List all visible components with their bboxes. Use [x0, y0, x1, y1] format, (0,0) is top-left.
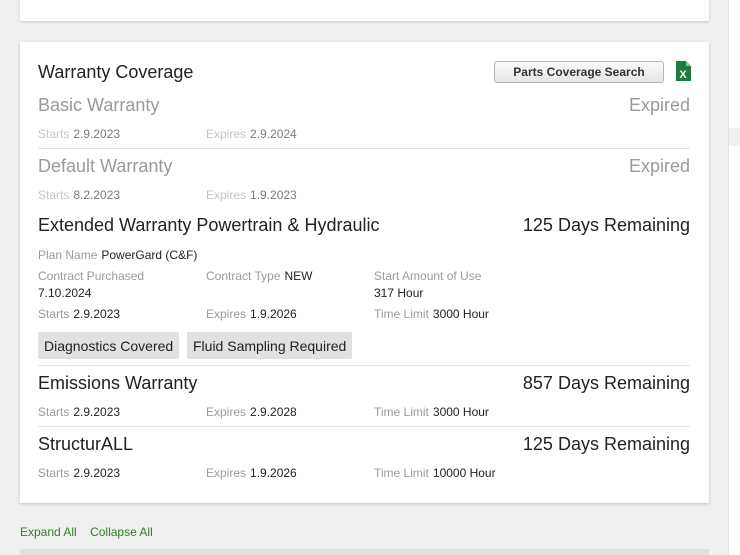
field-label: Starts	[38, 466, 70, 480]
start-amount-of-use-field: Start Amount of Use 317 Hour	[374, 269, 485, 300]
warranty-coverage-card: Warranty Coverage Parts Coverage Search …	[20, 42, 709, 503]
warranty-title: Basic Warranty	[38, 95, 160, 115]
field-value: 8.2.2023	[73, 188, 121, 202]
field-value: 1.9.2023	[250, 188, 297, 202]
field-value: 1.9.2026	[250, 307, 297, 321]
field-label: Time Limit	[374, 405, 429, 419]
field-label: Plan Name	[38, 248, 98, 262]
field-label: Time Limit	[374, 466, 429, 480]
warranty-title: StructurALL	[38, 434, 134, 454]
time-limit-field: Time Limit 3000 Hour	[374, 405, 489, 419]
field-label: Starts	[38, 188, 70, 202]
tag-fluid-sampling-required: Fluid Sampling Required	[187, 332, 353, 359]
warranty-title: Extended Warranty Powertrain & Hydraulic	[38, 215, 380, 235]
field-label: Expires	[206, 405, 247, 419]
card-title: Warranty Coverage	[38, 62, 194, 82]
expires-field: Expires 1.9.2023	[206, 188, 297, 202]
expires-field: Expires 2.9.2024	[206, 127, 297, 141]
next-section-bar	[20, 549, 709, 555]
starts-field: Starts 8.2.2023	[38, 188, 120, 202]
warranty-status: 125 Days Remaining	[522, 434, 690, 454]
field-value: 317 Hour	[374, 286, 424, 300]
side-panel-edge	[728, 0, 740, 555]
field-value: 3000 Hour	[432, 405, 489, 419]
previous-card	[20, 0, 709, 21]
tag-diagnostics-covered: Diagnostics Covered	[38, 332, 180, 359]
collapse-all-link[interactable]: Collapse All	[90, 525, 153, 539]
field-value: 1.9.2026	[250, 466, 297, 480]
starts-field: Starts 2.9.2023	[38, 307, 120, 321]
field-value: 2.9.2023	[73, 307, 121, 321]
field-label: Expires	[206, 466, 247, 480]
warranty-status: 125 Days Remaining	[522, 215, 690, 235]
expires-field: Expires 2.9.2028	[206, 405, 297, 419]
field-label: Expires	[206, 188, 247, 202]
time-limit-field: Time Limit 3000 Hour	[374, 307, 489, 321]
time-limit-field: Time Limit 10000 Hour	[374, 466, 496, 480]
excel-icon-letter: X	[679, 69, 687, 81]
field-label: Contract Type	[206, 269, 281, 283]
panel-gap	[729, 128, 740, 146]
field-value: 10000 Hour	[432, 466, 496, 480]
contract-purchased-field: Contract Purchased 7.10.2024	[38, 269, 148, 300]
warranty-basic[interactable]: Basic Warranty Expired Starts 2.9.2023 Ex…	[38, 88, 690, 148]
starts-field: Starts 2.9.2023	[38, 466, 120, 480]
field-value: 2.9.2024	[250, 127, 297, 141]
field-value: 7.10.2024	[38, 286, 92, 300]
field-label: Contract Purchased	[38, 269, 145, 283]
warranty-title: Default Warranty	[38, 156, 173, 176]
field-label: Starts	[38, 127, 70, 141]
field-value: 3000 Hour	[432, 307, 489, 321]
starts-field: Starts 2.9.2023	[38, 405, 120, 419]
warranty-status: 857 Days Remaining	[522, 373, 690, 393]
field-label: Expires	[206, 127, 247, 141]
parts-coverage-search-button[interactable]: Parts Coverage Search	[494, 61, 664, 83]
warranty-status: Expired	[628, 95, 690, 115]
plan-name-field: Plan Name PowerGard (C&F)	[38, 248, 197, 262]
field-value: 2.9.2023	[73, 466, 121, 480]
expand-collapse-links: Expand All Collapse All	[20, 525, 163, 539]
warranty-status: Expired	[628, 156, 690, 176]
warranty-structurall[interactable]: StructurALL 125 Days Remaining Starts 2.9…	[38, 426, 690, 486]
field-label: Time Limit	[374, 307, 429, 321]
field-label: Starts	[38, 307, 70, 321]
expand-all-link[interactable]: Expand All	[20, 525, 77, 539]
warranty-extended[interactable]: Extended Warranty Powertrain & Hydraulic…	[38, 208, 690, 364]
field-value: 2.9.2023	[73, 127, 121, 141]
field-label: Starts	[38, 405, 70, 419]
expires-field: Expires 1.9.2026	[206, 307, 297, 321]
field-label: Start Amount of Use	[374, 269, 482, 283]
field-value: 2.9.2023	[73, 405, 121, 419]
starts-field: Starts 2.9.2023	[38, 127, 120, 141]
expires-field: Expires 1.9.2026	[206, 466, 297, 480]
excel-export-icon[interactable]: X	[674, 60, 692, 82]
warranty-emissions[interactable]: Emissions Warranty 857 Days Remaining St…	[38, 365, 690, 425]
field-value: NEW	[284, 269, 313, 283]
field-label: Expires	[206, 307, 247, 321]
field-value: PowerGard (C&F)	[101, 248, 198, 262]
warranty-default[interactable]: Default Warranty Expired Starts 8.2.2023 …	[38, 148, 690, 208]
field-value: 2.9.2028	[250, 405, 297, 419]
warranty-title: Emissions Warranty	[38, 373, 198, 393]
contract-type-field: Contract Type NEW	[206, 269, 312, 283]
